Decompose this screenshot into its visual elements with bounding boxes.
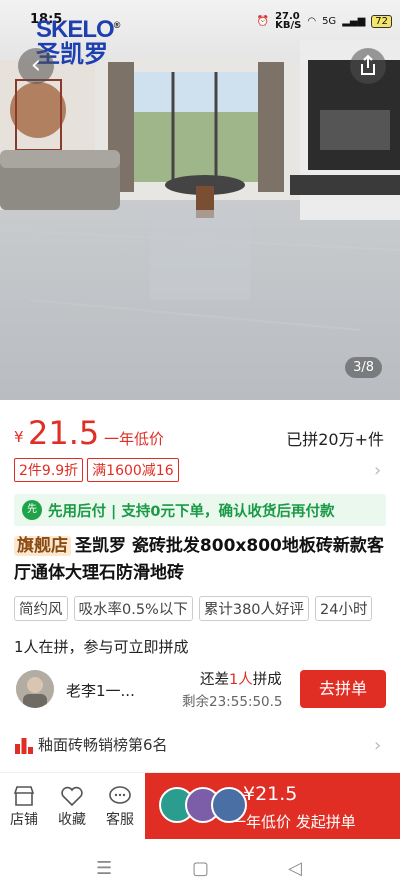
product-tag: 24小时 bbox=[315, 596, 373, 621]
favorite-button[interactable]: 收藏 bbox=[50, 783, 94, 829]
pay-later-text: 先用后付 | 支持0元下单，确认收货后再付款 bbox=[48, 503, 335, 520]
buy-price: ¥21.5 bbox=[243, 783, 298, 805]
group-info: 1人在拼，参与可立即拼成 bbox=[14, 638, 189, 656]
price-row: ¥ 21.5 一年低价 已拼20万+件 bbox=[0, 408, 400, 458]
chevron-left-icon: ‹ bbox=[30, 50, 42, 80]
avatar bbox=[16, 670, 54, 708]
user-avatar-image bbox=[16, 670, 54, 708]
product-image-gallery[interactable]: 18:5 ⏰ 27.0 KB/S ◠ 5G ▂▄▆ 72 SKELO® 圣凯罗 … bbox=[0, 0, 400, 400]
store-icon bbox=[13, 786, 35, 806]
buyer-avatars bbox=[159, 787, 247, 823]
back-triangle-icon[interactable]: ◁ bbox=[288, 858, 302, 879]
service-label: 客服 bbox=[106, 812, 134, 828]
group-buy-row: 老李1一... 还差1人拼成 剩余23:55:50.5 去拼单 bbox=[14, 668, 386, 710]
product-title: 旗舰店 圣凯罗 瓷砖批发800x800地板砖新款客厅通体大理石防滑地砖 bbox=[14, 533, 386, 587]
signal-icon: ▂▄▆ bbox=[342, 15, 366, 27]
start-group-buy-button[interactable]: ¥21.5 一年低价 发起拼单 bbox=[145, 773, 400, 839]
pay-later-badge-icon: 先 bbox=[22, 500, 42, 520]
rank-text: 釉面砖畅销榜第6名 bbox=[38, 736, 168, 754]
product-tag: 累计380人好评 bbox=[198, 596, 310, 621]
join-group-button[interactable]: 去拼单 bbox=[300, 670, 386, 708]
rank-row[interactable]: 釉面砖畅销榜第6名 bbox=[14, 734, 168, 755]
system-nav-bar: ☰ ▢ ◁ bbox=[0, 846, 400, 894]
back-button[interactable]: ‹ bbox=[18, 48, 54, 84]
sold-count: 已拼20万+件 bbox=[286, 430, 384, 449]
group-countdown: 剩余23:55:50.5 bbox=[182, 694, 283, 710]
group-user-name: 老李1一... bbox=[66, 682, 135, 700]
wifi-icon: ◠ bbox=[307, 15, 317, 27]
chevron-right-icon[interactable]: › bbox=[374, 735, 381, 756]
heart-icon bbox=[61, 786, 83, 807]
rank-bars-icon bbox=[15, 737, 33, 754]
bottom-action-bar: 店铺 收藏 客服 ¥21.5 一年低价 发起拼单 bbox=[0, 772, 400, 839]
brand-registered-mark: ® bbox=[113, 20, 121, 30]
alarm-icon: ⏰ bbox=[256, 15, 270, 27]
remain-prefix: 还差 bbox=[200, 672, 229, 688]
status-icons: ⏰ 27.0 KB/S ◠ 5G ▂▄▆ 72 bbox=[256, 11, 392, 31]
favorite-label: 收藏 bbox=[58, 812, 86, 828]
currency-symbol: ¥ bbox=[14, 428, 24, 446]
group-remaining: 还差1人拼成 bbox=[200, 668, 282, 689]
price-note: 一年低价 bbox=[104, 430, 165, 448]
store-label: 店铺 bbox=[10, 812, 38, 828]
store-button[interactable]: 店铺 bbox=[2, 783, 46, 829]
product-tags: 简约风 吸水率0.5%以下 累计380人好评 24小时 bbox=[14, 596, 373, 621]
menu-icon[interactable]: ☰ bbox=[96, 858, 112, 879]
store-tag: 旗舰店 bbox=[14, 536, 71, 556]
coupon-row[interactable]: 2件9.9折 满1600减16 bbox=[14, 458, 179, 482]
share-button[interactable] bbox=[350, 48, 386, 84]
brand-logo-en: SKELO bbox=[36, 16, 115, 43]
price-value: 21.5 bbox=[28, 414, 100, 452]
service-button[interactable]: 客服 bbox=[98, 783, 142, 829]
product-tag: 简约风 bbox=[14, 596, 68, 621]
product-tag: 吸水率0.5%以下 bbox=[73, 596, 193, 621]
chat-icon bbox=[109, 786, 131, 804]
home-square-icon[interactable]: ▢ bbox=[192, 858, 209, 879]
signal-label: 5G bbox=[322, 15, 337, 27]
remain-count: 1人 bbox=[229, 672, 253, 688]
buy-note: 一年低价 发起拼单 bbox=[231, 813, 356, 831]
chevron-right-icon[interactable]: › bbox=[374, 460, 381, 481]
remain-suffix: 拼成 bbox=[252, 672, 282, 688]
gallery-counter: 3/8 bbox=[345, 357, 382, 378]
battery-indicator: 72 bbox=[371, 14, 392, 28]
coupon-badge[interactable]: 2件9.9折 bbox=[14, 458, 84, 482]
share-icon bbox=[361, 54, 375, 75]
pay-later-banner[interactable]: 先 先用后付 | 支持0元下单，确认收货后再付款 bbox=[14, 494, 386, 526]
coupon-badge[interactable]: 满1600减16 bbox=[87, 458, 179, 482]
network-speed: 27.0 KB/S bbox=[275, 11, 302, 31]
